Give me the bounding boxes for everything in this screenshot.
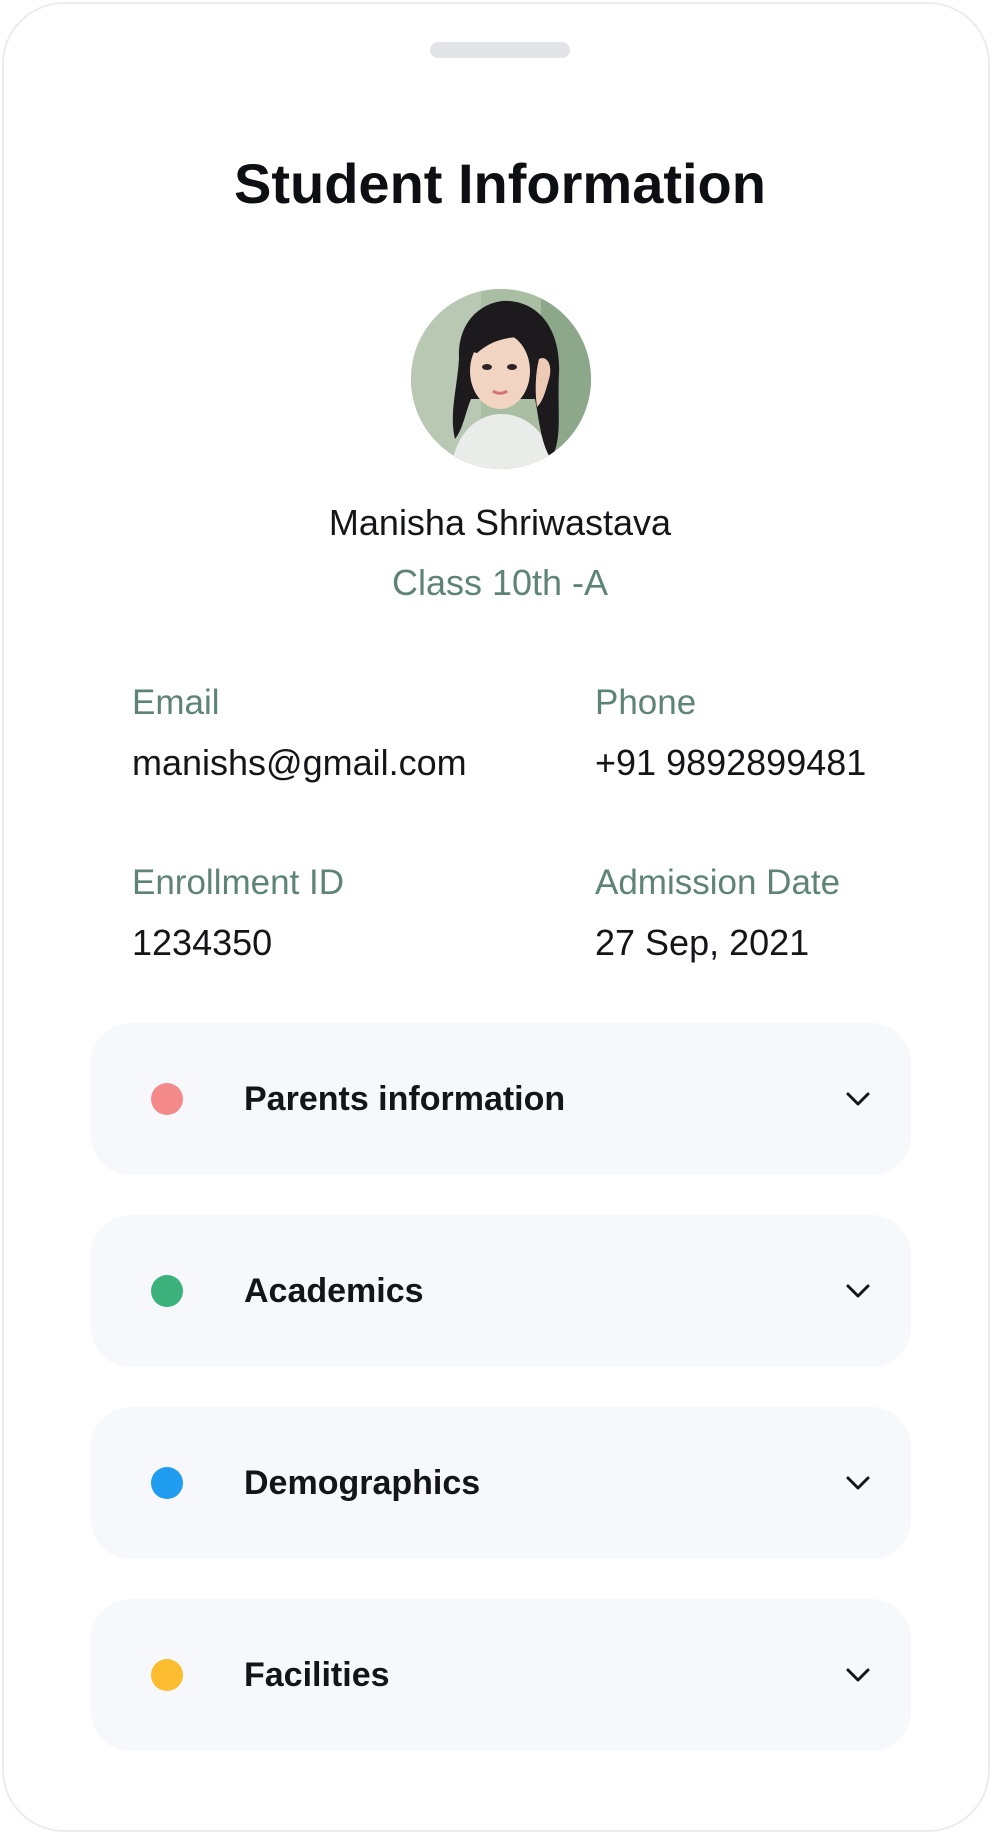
phone-label: Phone bbox=[595, 683, 697, 722]
section-label: Demographics bbox=[244, 1464, 481, 1502]
section-label: Facilities bbox=[244, 1656, 390, 1694]
phone-value[interactable]: +91 9892899481 bbox=[595, 741, 866, 785]
email-label: Email bbox=[132, 683, 220, 722]
chevron-down-icon[interactable] bbox=[842, 1275, 874, 1307]
enrollment-id-label: Enrollment ID bbox=[132, 863, 345, 902]
bottom-sheet: Student Information Manisha Shriwastava … bbox=[2, 2, 990, 1832]
page-title: Student Information bbox=[234, 152, 766, 215]
chevron-down-icon[interactable] bbox=[842, 1083, 874, 1115]
status-dot bbox=[151, 1467, 183, 1499]
status-dot bbox=[151, 1275, 183, 1307]
email-value[interactable]: manishs@gmail.com bbox=[132, 741, 467, 785]
enrollment-id-value: 1234350 bbox=[132, 922, 273, 963]
student-class: Class 10th -A bbox=[391, 562, 609, 603]
drag-handle[interactable] bbox=[430, 42, 570, 58]
chevron-down-icon[interactable] bbox=[842, 1467, 874, 1499]
status-dot bbox=[151, 1083, 183, 1115]
section-parents-information[interactable]: Parents information bbox=[91, 1023, 911, 1175]
admission-date-label: Admission Date bbox=[595, 863, 841, 902]
section-label: Academics bbox=[244, 1272, 424, 1310]
status-dot bbox=[151, 1659, 183, 1691]
section-facilities[interactable]: Facilities bbox=[91, 1599, 911, 1751]
student-name: Manisha Shriwastava bbox=[328, 502, 672, 543]
admission-date-value: 27 Sep, 2021 bbox=[595, 922, 810, 963]
avatar bbox=[411, 289, 591, 469]
section-label: Parents information bbox=[244, 1080, 566, 1118]
section-demographics[interactable]: Demographics bbox=[91, 1407, 911, 1559]
chevron-down-icon[interactable] bbox=[842, 1659, 874, 1691]
section-academics[interactable]: Academics bbox=[91, 1215, 911, 1367]
